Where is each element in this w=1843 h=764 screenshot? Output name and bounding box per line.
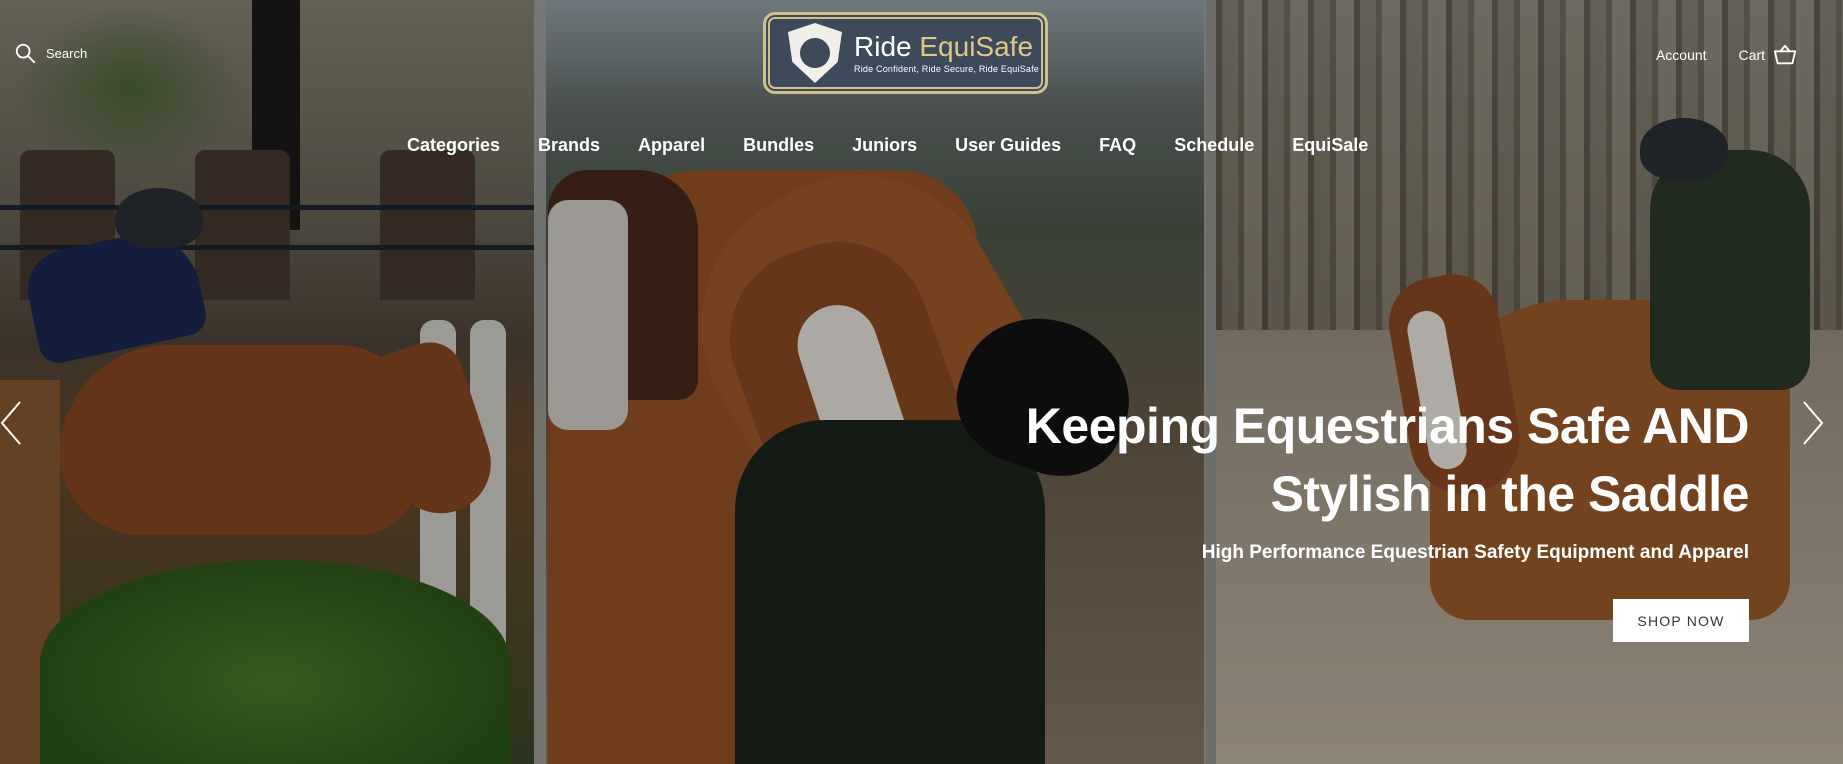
hero-headline-line1: Keeping Equestrians Safe AND <box>1025 398 1750 454</box>
nav-item-apparel[interactable]: Apparel <box>638 135 705 156</box>
hero-subheadline: High Performance Equestrian Safety Equip… <box>1201 542 1749 563</box>
hero-headline: Keeping Equestrians Safe AND Stylish in … <box>849 392 1750 528</box>
logo-brand-equisafe: EquiSafe <box>919 31 1034 62</box>
shop-now-button[interactable]: SHOP NOW <box>1613 599 1749 642</box>
nav-item-faq[interactable]: FAQ <box>1099 135 1136 156</box>
hero-headline-line2: Stylish in the Saddle <box>1270 466 1750 522</box>
chevron-left-icon[interactable] <box>0 398 26 448</box>
nav-item-bundles[interactable]: Bundles <box>743 135 814 156</box>
nav-item-schedule[interactable]: Schedule <box>1174 135 1254 156</box>
site-logo[interactable]: Ride EquiSafe Ride Confident, Ride Secur… <box>763 12 1048 94</box>
logo-brand-ride: Ride <box>854 31 920 62</box>
logo-text: Ride EquiSafe Ride Confident, Ride Secur… <box>854 32 1040 75</box>
account-link[interactable]: Account <box>1656 47 1707 63</box>
nav-item-brands[interactable]: Brands <box>538 135 600 156</box>
hero-banner: Search Ride EquiSafe Ride Confident, Rid… <box>0 0 1843 764</box>
search-label: Search <box>46 45 88 61</box>
logo-brand: Ride EquiSafe <box>854 32 1039 62</box>
site-header: Search Ride EquiSafe Ride Confident, Rid… <box>0 0 1843 120</box>
shield-logo-icon <box>788 23 842 83</box>
main-navigation: Categories Brands Apparel Bundles Junior… <box>407 135 1368 156</box>
cart-link[interactable]: Cart <box>1739 44 1797 66</box>
nav-item-juniors[interactable]: Juniors <box>852 135 917 156</box>
search-icon <box>15 43 36 64</box>
chevron-right-icon[interactable] <box>1798 398 1828 448</box>
logo-tagline: Ride Confident, Ride Secure, Ride EquiSa… <box>854 64 1040 74</box>
search-button[interactable]: Search <box>14 42 87 64</box>
nav-item-user-guides[interactable]: User Guides <box>955 135 1061 156</box>
header-actions: Account Cart <box>1656 44 1797 66</box>
cart-icon <box>1773 44 1797 65</box>
nav-item-equisale[interactable]: EquiSale <box>1292 135 1368 156</box>
nav-item-categories[interactable]: Categories <box>407 135 500 156</box>
cart-label: Cart <box>1738 47 1765 63</box>
